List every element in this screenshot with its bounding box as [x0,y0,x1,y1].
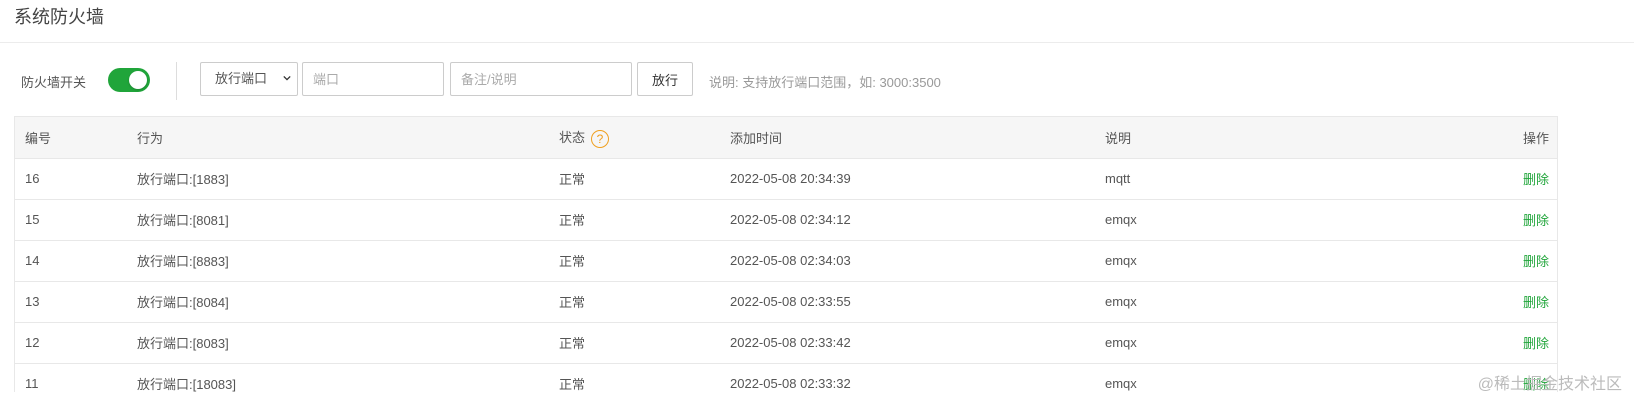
col-header-status: 状态? [549,117,720,159]
table-row: 14 放行端口:[8883] 正常 2022-05-08 02:34:03 em… [15,240,1557,282]
toggle-knob [129,71,147,89]
cell-id: 11 [15,363,127,392]
cell-id: 12 [15,322,127,364]
delete-link[interactable]: 删除 [1523,172,1549,187]
cell-time: 2022-05-08 02:34:12 [720,199,1095,241]
cell-action: 放行端口:[8083] [127,322,549,364]
table-row: 13 放行端口:[8084] 正常 2022-05-08 02:33:55 em… [15,281,1557,323]
cell-id: 16 [15,158,127,200]
cell-status: 正常 [549,240,720,282]
table-row: 15 放行端口:[8081] 正常 2022-05-08 02:34:12 em… [15,199,1557,241]
cell-note: mqtt [1095,158,1395,200]
note-input[interactable] [450,62,632,96]
delete-link[interactable]: 删除 [1523,254,1549,269]
cell-id: 13 [15,281,127,323]
col-header-action: 行为 [127,117,549,159]
cell-op: 删除 [1395,158,1557,200]
delete-link[interactable]: 删除 [1523,213,1549,228]
cell-time: 2022-05-08 02:33:42 [720,322,1095,364]
table-row: 11 放行端口:[18083] 正常 2022-05-08 02:33:32 e… [15,363,1557,392]
allow-button[interactable]: 放行 [637,62,693,96]
col-header-note: 说明 [1095,117,1395,159]
firewall-rules-table: 编号 行为 状态? 添加时间 说明 操作 16 放行端口:[1883] 正常 2… [14,116,1558,392]
cell-note: emqx [1095,363,1395,392]
table-row: 12 放行端口:[8083] 正常 2022-05-08 02:33:42 em… [15,322,1557,364]
cell-action: 放行端口:[18083] [127,363,549,392]
cell-id: 14 [15,240,127,282]
cell-status: 正常 [549,363,720,392]
cell-note: emqx [1095,322,1395,364]
delete-link[interactable]: 删除 [1523,295,1549,310]
cell-status: 正常 [549,322,720,364]
table-header-row: 编号 行为 状态? 添加时间 说明 操作 [15,117,1557,159]
cell-status: 正常 [549,158,720,200]
delete-link[interactable]: 删除 [1523,336,1549,351]
toolbar-divider [176,62,177,100]
cell-time: 2022-05-08 02:33:32 [720,363,1095,392]
firewall-switch-label: 防火墙开关 [21,75,87,90]
cell-time: 2022-05-08 20:34:39 [720,158,1095,200]
chevron-down-icon [283,75,291,81]
cell-note: emqx [1095,199,1395,241]
cell-status: 正常 [549,281,720,323]
cell-op: 删除 [1395,322,1557,364]
table-row: 16 放行端口:[1883] 正常 2022-05-08 20:34:39 mq… [15,158,1557,200]
cell-action: 放行端口:[8883] [127,240,549,282]
cell-op: 删除 [1395,240,1557,282]
cell-note: emqx [1095,240,1395,282]
cell-action: 放行端口:[1883] [127,158,549,200]
cell-action: 放行端口:[8081] [127,199,549,241]
page-title: 系统防火墙 [14,7,104,27]
cell-status: 正常 [549,199,720,241]
watermark: @稀土掘金技术社区 [1477,376,1622,393]
port-input[interactable] [302,62,444,96]
cell-id: 15 [15,199,127,241]
cell-op: 删除 [1395,199,1557,241]
cell-action: 放行端口:[8084] [127,281,549,323]
rule-type-select[interactable]: 放行端口 [200,62,298,96]
title-divider [0,42,1634,43]
hint-text: 说明: 支持放行端口范围，如: 3000:3500 [709,75,941,90]
col-header-time: 添加时间 [720,117,1095,159]
firewall-toggle[interactable] [108,68,150,92]
toolbar: 防火墙开关 放行端口 放行 说明: 支持放行端口范围，如: 3000:3500 [0,60,1634,100]
col-header-id: 编号 [15,117,127,159]
cell-op: 删除 [1395,281,1557,323]
help-icon[interactable]: ? [591,129,610,148]
col-header-status-label: 状态 [559,129,586,145]
cell-time: 2022-05-08 02:33:55 [720,281,1095,323]
col-header-op: 操作 [1395,117,1557,159]
cell-note: emqx [1095,281,1395,323]
cell-time: 2022-05-08 02:34:03 [720,240,1095,282]
rule-type-select-value: 放行端口 [215,71,268,86]
